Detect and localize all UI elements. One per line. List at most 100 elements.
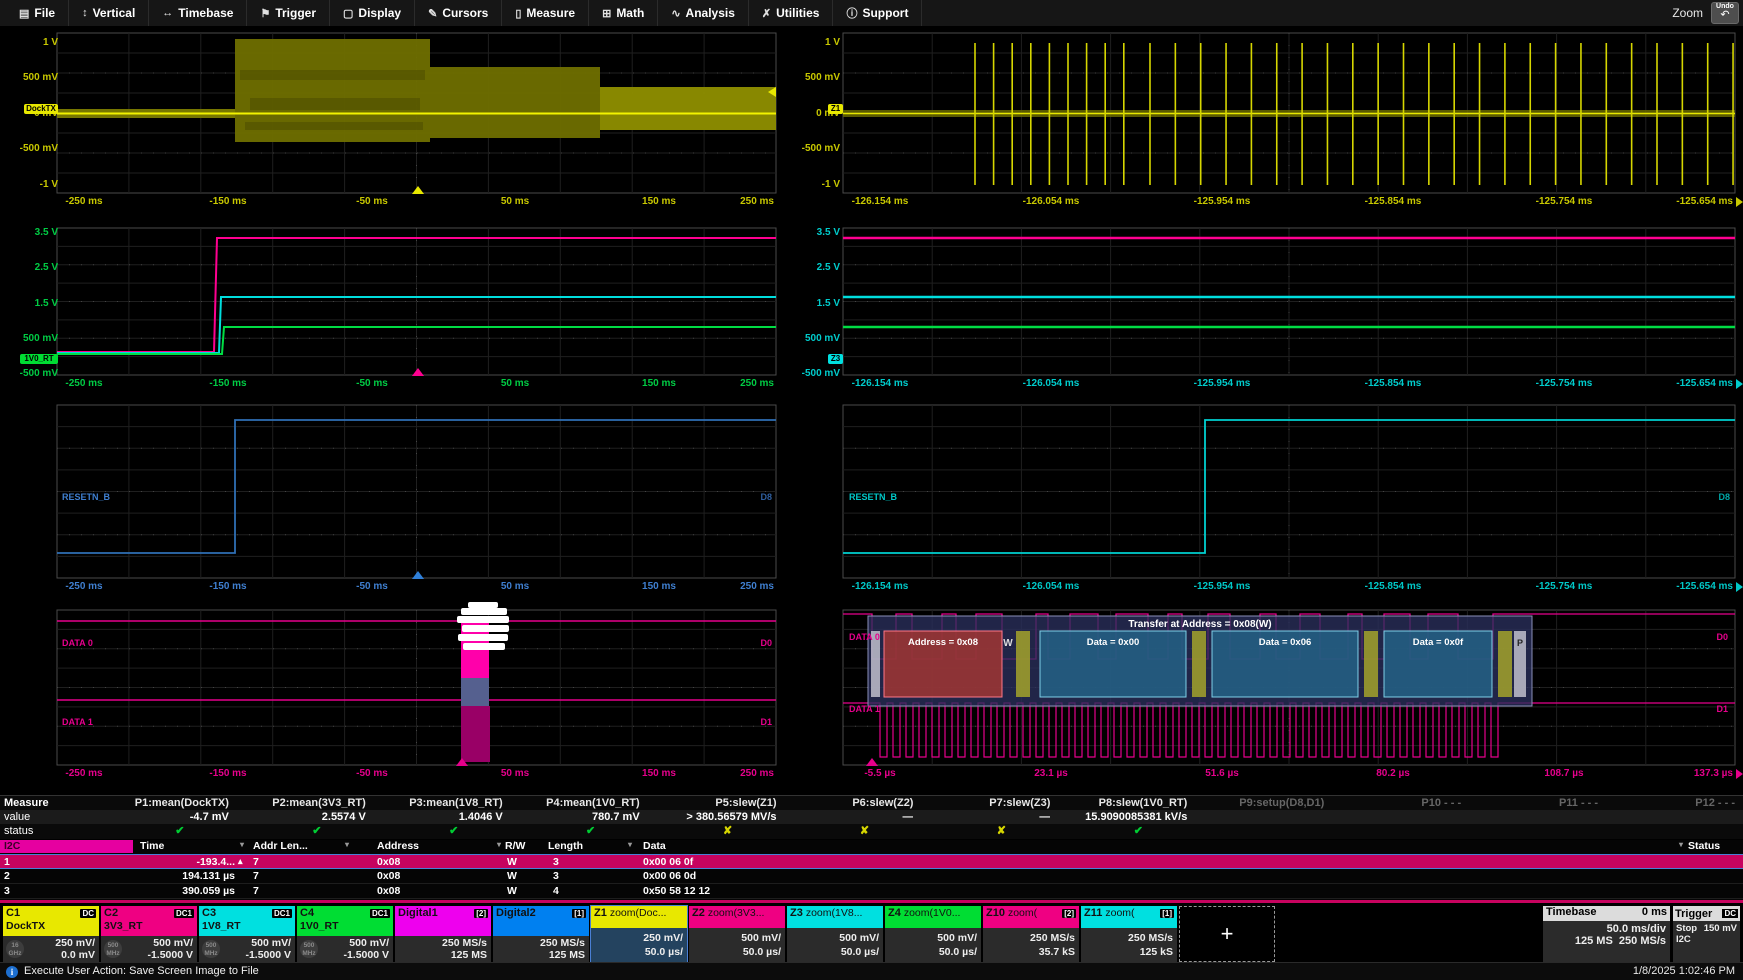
measure-header-p5[interactable]: P5:slew(Z1) [648, 797, 777, 809]
menu-item-display[interactable]: ▢Display [330, 0, 415, 26]
descriptor-c2[interactable]: C2DC13V3_RT500MHz500 mV/-1.5000 V [101, 906, 197, 962]
x-axis-label: -125.654 ms [1643, 581, 1733, 592]
info-icon: i [6, 966, 18, 978]
descriptor-header: Digital1[2] [395, 906, 491, 936]
menu-item-analysis[interactable]: ∿Analysis [658, 0, 749, 26]
trigger-position-marker[interactable] [866, 758, 878, 766]
zoom-source: zoom(1V8... [806, 907, 863, 919]
trigger-level-marker[interactable] [768, 87, 776, 97]
descriptor-title-line: C3DC1 [202, 907, 292, 919]
decode-row-3[interactable]: 3390.059 µs70x08W40x50 58 12 12 [0, 884, 1743, 899]
descriptor-offset: 50.0 µs/ [645, 946, 683, 958]
measure-header-p7[interactable]: P7:slew(Z3) [922, 797, 1051, 809]
descriptor-c3[interactable]: C3DC11V8_RT500MHz500 mV/-1.5000 V [199, 906, 295, 962]
x-axis-label: 80.2 µs [1348, 768, 1438, 779]
decode-row-1[interactable]: 1-193.4...70x08W30x00 06 0f▴ [0, 854, 1743, 869]
descriptor-digital2[interactable]: Digital2[1]250 MS/s125 MS [493, 906, 589, 962]
trigger-position-marker[interactable] [456, 758, 468, 766]
measure-header-p3[interactable]: P3:mean(1V8_RT) [374, 797, 503, 809]
zoom-badge-z3[interactable]: Z3 [828, 354, 843, 364]
descriptor-z11[interactable]: Z11zoom([1]250 MS/s125 kS [1081, 906, 1177, 962]
trigger-position-marker[interactable] [412, 368, 424, 376]
undo-button[interactable]: Undo↶ [1711, 2, 1739, 24]
decode-col-header[interactable]: Address [377, 840, 419, 852]
x-axis-label: -150 ms [183, 196, 273, 207]
descriptor-z10[interactable]: Z10zoom([2]250 MS/s35.7 kS [983, 906, 1079, 962]
decode-col-header[interactable]: Addr Len... [253, 840, 308, 852]
measure-value-p7: — [922, 811, 1051, 823]
timebase-icon: ↔ [162, 7, 173, 19]
descriptor-offset: 125 MS [451, 949, 487, 961]
descriptor-z1[interactable]: Z1zoom(Doc...250 mV/50.0 µs/ [591, 906, 687, 962]
channel-badge-docktx[interactable]: DockTX [24, 104, 58, 114]
measure-header-p12[interactable]: P12 - - - [1606, 797, 1735, 809]
measure-header-p8[interactable]: P8:slew(1V0_RT) [1058, 797, 1187, 809]
descriptor-c4[interactable]: C4DC11V0_RT500MHz500 mV/-1.5000 V [297, 906, 393, 962]
channel-badge-1v0rt[interactable]: 1V0_RT [20, 354, 58, 364]
timebase-title: Timebase [1546, 906, 1597, 921]
timebase-box[interactable]: Timebase0 ms50.0 ms/div125 MS 250 MS/s [1543, 906, 1670, 962]
measure-row-label: value [4, 811, 30, 823]
decode-col-header[interactable]: Status [1688, 840, 1720, 852]
y-axis-label: 2.5 V [12, 262, 58, 273]
docktx-noise-texture [245, 122, 423, 130]
bandwidth-badge: 16GHz [6, 940, 24, 958]
support-icon: ⓘ [846, 5, 857, 21]
zoom-badge-z1[interactable]: Z1 [828, 104, 843, 114]
menu-item-timebase[interactable]: ↔ Timebase [149, 0, 247, 26]
trigger-box[interactable]: TriggerDCStop150 mVI2C [1673, 906, 1740, 962]
d0-edge-label: D0 [746, 638, 772, 648]
menu-item-vertical[interactable]: ↕Vertical [69, 0, 149, 26]
trigger-position-marker[interactable] [412, 186, 424, 194]
menu-item-trigger[interactable]: ⚑Trigger [247, 0, 330, 26]
measure-header-p9[interactable]: P9:setup(D8,D1) [1195, 797, 1324, 809]
menu-item-cursors[interactable]: ✎Cursors [415, 0, 502, 26]
descriptor-offset: 50.0 µs/ [841, 946, 879, 958]
decode-text-scribble [458, 634, 508, 641]
decode-table-scroll-strip [0, 900, 1743, 903]
decode-row-2[interactable]: 2194.131 µs70x08W30x00 06 0d [0, 869, 1743, 884]
menu-item-file[interactable]: ▤File [6, 0, 69, 26]
decode-col-header[interactable]: R/W [505, 840, 525, 852]
x-axis-label: 250 ms [684, 196, 774, 207]
measure-header-p6[interactable]: P6:slew(Z2) [785, 797, 914, 809]
descriptor-title-line: Z2zoom(3V3... [692, 907, 782, 919]
measure-header-p11[interactable]: P11 - - - [1469, 797, 1598, 809]
menu-item-label: Timebase [178, 6, 233, 20]
add-trace-button[interactable]: + [1179, 906, 1275, 962]
measure-value-p6: — [785, 811, 914, 823]
decode-cell-address: 0x08 [377, 885, 457, 897]
menu-item-measure[interactable]: ▯Measure [502, 0, 589, 26]
measure-header-p2[interactable]: P2:mean(3V3_RT) [237, 797, 366, 809]
measure-header-p4[interactable]: P4:mean(1V0_RT) [511, 797, 640, 809]
measure-header-p10[interactable]: P10 - - - [1332, 797, 1461, 809]
descriptor-z3[interactable]: Z3zoom(1V8...500 mV/50.0 µs/ [787, 906, 883, 962]
menu-item-label: Trigger [275, 6, 316, 20]
clock-datetime: 1/8/2025 1:02:46 PM [1633, 965, 1735, 977]
bus-label[interactable]: I2C [0, 840, 133, 853]
menu-item-utilities[interactable]: ✗Utilities [749, 0, 834, 26]
file-icon: ▤ [19, 7, 29, 20]
descriptor-offset: -1.5000 V [245, 949, 291, 961]
trigger-position-marker[interactable] [412, 571, 424, 579]
descriptor-c1[interactable]: C1DCDockTX16GHz250 mV/0.0 mV [3, 906, 99, 962]
descriptor-scale: 250 MS/s [442, 937, 487, 949]
menu-item-support[interactable]: ⓘSupport [833, 0, 922, 26]
measure-value-p3: 1.4046 V [374, 811, 503, 823]
decode-col-header[interactable]: Time [140, 840, 164, 852]
descriptor-z4[interactable]: Z4zoom(1V0...500 mV/50.0 µs/ [885, 906, 981, 962]
decode-cell-rw: W [507, 856, 543, 868]
descriptor-body: 500MHz500 mV/-1.5000 V [297, 936, 393, 962]
decode-col-header[interactable]: Length [548, 840, 583, 852]
measure-header-p1[interactable]: P1:mean(DockTX) [100, 797, 229, 809]
decode-col-header[interactable]: Data [643, 840, 666, 852]
descriptor-digital1[interactable]: Digital1[2]250 MS/s125 MS [395, 906, 491, 962]
descriptor-z2[interactable]: Z2zoom(3V3...500 mV/50.0 µs/ [689, 906, 785, 962]
x-axis-label: 250 ms [684, 581, 774, 592]
y-axis-label: 500 mV [794, 333, 840, 344]
measure-title: Measure [4, 797, 49, 809]
x-axis-label: 137.3 µs [1643, 768, 1733, 779]
menu-item-label: Vertical [93, 6, 136, 20]
menu-item-math[interactable]: ⊞Math [589, 0, 658, 26]
channel-id: Z2 [692, 907, 705, 919]
